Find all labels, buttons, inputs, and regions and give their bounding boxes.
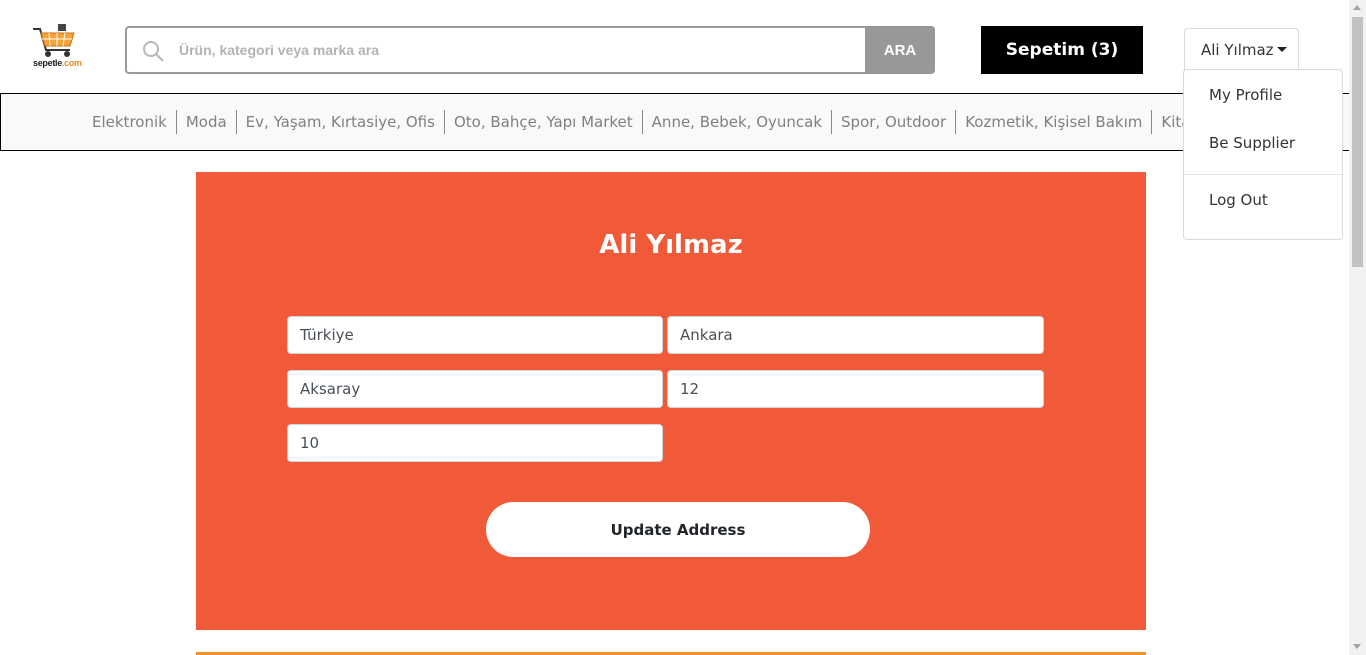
brand-logo[interactable]: sepetle.com [30, 22, 82, 72]
category-link-ev-yasam[interactable]: Ev, Yaşam, Kırtasiye, Ofis [237, 110, 445, 134]
menu-item-be-supplier[interactable]: Be Supplier [1209, 134, 1295, 152]
search-bar: ARA [125, 26, 935, 74]
cart-logo-icon [33, 24, 75, 57]
search-input[interactable] [179, 28, 859, 72]
update-address-button[interactable]: Update Address [486, 502, 870, 557]
city-field[interactable] [667, 316, 1044, 354]
search-icon [143, 41, 164, 62]
search-button[interactable]: ARA [865, 26, 935, 74]
caret-down-icon [1276, 47, 1287, 52]
card-title: Ali Yılmaz [599, 230, 743, 260]
scrollbar-thumb[interactable] [1352, 17, 1363, 267]
category-link-anne-bebek[interactable]: Anne, Bebek, Oyuncak [643, 110, 833, 134]
street-number-field[interactable] [667, 370, 1044, 408]
category-link-kozmetik[interactable]: Kozmetik, Kişisel Bakım [956, 110, 1153, 134]
category-link-oto-bahce[interactable]: Oto, Bahçe, Yapı Market [445, 110, 643, 134]
category-nav: Elektronik Moda Ev, Yaşam, Kırtasiye, Of… [0, 93, 1366, 151]
district-field[interactable] [287, 370, 663, 408]
country-field[interactable] [287, 316, 663, 354]
address-card: Ali Yılmaz Update Address [196, 172, 1146, 630]
brand-wordmark: sepetle.com [33, 58, 82, 68]
category-link-elektronik[interactable]: Elektronik [83, 110, 177, 134]
door-number-field[interactable] [287, 424, 663, 462]
user-dropdown-menu: My Profile Be Supplier Log Out [1183, 69, 1343, 240]
category-link-moda[interactable]: Moda [177, 110, 237, 134]
page-scrollbar[interactable] [1349, 0, 1366, 655]
scroll-down-arrow-icon[interactable] [1353, 644, 1361, 649]
cart-button[interactable]: Sepetim (3) [981, 26, 1143, 74]
user-menu-toggle[interactable]: Ali Yılmaz [1184, 28, 1299, 71]
category-link-spor[interactable]: Spor, Outdoor [832, 110, 957, 134]
menu-divider [1184, 174, 1342, 175]
menu-item-log-out[interactable]: Log Out [1209, 191, 1268, 209]
user-name: Ali Yılmaz [1201, 41, 1274, 59]
scroll-up-arrow-icon[interactable] [1353, 5, 1361, 10]
menu-item-my-profile[interactable]: My Profile [1209, 86, 1282, 104]
